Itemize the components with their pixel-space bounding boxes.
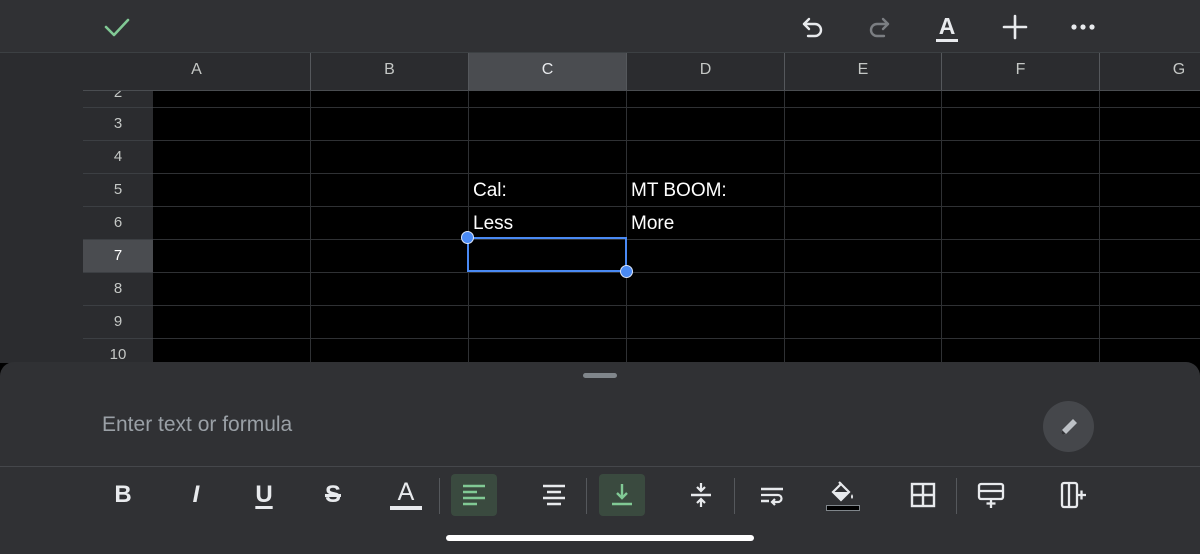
- pencil-icon: [1060, 418, 1077, 435]
- grid-line: [941, 91, 942, 363]
- formula-input[interactable]: [100, 404, 1004, 446]
- borders-icon: [910, 482, 936, 508]
- grid-line: [626, 91, 627, 363]
- row-header-4[interactable]: 4: [83, 141, 153, 174]
- cell-c5[interactable]: Cal:: [473, 180, 507, 202]
- cell-grid[interactable]: Cal: MT BOOM: Less More: [153, 91, 1200, 363]
- column-header-e[interactable]: E: [785, 53, 942, 90]
- underline-label: U: [255, 481, 273, 508]
- grid-line: [1099, 91, 1100, 363]
- text-format-button[interactable]: A: [931, 11, 963, 43]
- wrap-text-button[interactable]: [749, 474, 795, 516]
- edit-panel: B I U S A: [0, 362, 1200, 554]
- left-gutter: [0, 53, 83, 363]
- text-color-swatch: [390, 506, 422, 510]
- row-header-10[interactable]: 10: [83, 339, 153, 363]
- checkmark-icon[interactable]: [101, 11, 133, 43]
- wrap-text-icon: [761, 487, 783, 506]
- row-header-2[interactable]: 2: [83, 91, 153, 108]
- panel-divider: [0, 466, 1200, 467]
- grid-line: [153, 107, 1200, 108]
- text-format-label: A: [938, 12, 956, 39]
- text-color-button[interactable]: A: [383, 474, 429, 516]
- align-left-icon: [463, 484, 485, 506]
- more-icon[interactable]: [1067, 11, 1099, 43]
- row-header-8[interactable]: 8: [83, 273, 153, 306]
- redo-icon[interactable]: [863, 11, 895, 43]
- italic-label: I: [192, 481, 200, 508]
- column-header-f[interactable]: F: [942, 53, 1100, 90]
- panel-drag-handle[interactable]: [583, 373, 617, 378]
- column-header-d[interactable]: D: [627, 53, 785, 90]
- align-bottom-icon: [612, 484, 632, 506]
- align-middle-icon: [691, 483, 711, 507]
- undo-icon[interactable]: [797, 11, 829, 43]
- format-separator: [956, 478, 957, 514]
- align-center-button[interactable]: [531, 474, 577, 516]
- plus-icon: [1002, 14, 1028, 40]
- edit-button[interactable]: [1043, 401, 1094, 452]
- bold-label: B: [114, 481, 132, 508]
- row-header-5[interactable]: 5: [83, 174, 153, 207]
- row-header-7[interactable]: 7: [83, 240, 153, 273]
- grid-line: [153, 272, 1200, 273]
- grid-line: [153, 239, 1200, 240]
- bold-button[interactable]: B: [100, 474, 146, 516]
- strikethrough-label: S: [324, 481, 341, 508]
- underline-button[interactable]: U: [241, 474, 287, 516]
- column-header-c[interactable]: C: [469, 53, 627, 90]
- grid-line: [153, 206, 1200, 207]
- home-indicator: [446, 535, 754, 541]
- row-header: 2 3 4 5 6 7 8 9 10: [83, 91, 153, 363]
- fill-color-swatch: [826, 504, 860, 511]
- column-header-g[interactable]: G: [1100, 53, 1200, 90]
- grid-line: [153, 140, 1200, 141]
- selection-handle-bottom-right[interactable]: [620, 265, 633, 278]
- align-left-button[interactable]: [451, 474, 497, 516]
- text-format-underline: [936, 38, 958, 42]
- align-center-icon: [543, 484, 565, 506]
- format-separator: [734, 478, 735, 514]
- grid-line: [784, 91, 785, 363]
- paint-bucket-icon: [831, 480, 853, 502]
- align-middle-button[interactable]: [678, 474, 724, 516]
- column-header-b[interactable]: B: [311, 53, 469, 90]
- align-bottom-button[interactable]: [599, 474, 645, 516]
- grid-line: [468, 91, 469, 363]
- column-header: A B C D E F G: [83, 53, 1200, 91]
- insert-column-button[interactable]: [1050, 474, 1096, 516]
- italic-button[interactable]: I: [173, 474, 219, 516]
- add-button[interactable]: [999, 11, 1031, 43]
- insert-row-icon: [977, 482, 1005, 508]
- row-header-3[interactable]: 3: [83, 108, 153, 141]
- grid-line: [310, 91, 311, 363]
- column-header-a[interactable]: A: [83, 53, 311, 90]
- selection-handle-top-left[interactable]: [461, 231, 474, 244]
- fill-color-button[interactable]: [820, 474, 866, 516]
- format-separator: [586, 478, 587, 514]
- row-header-6[interactable]: 6: [83, 207, 153, 240]
- grid-line: [153, 305, 1200, 306]
- borders-button[interactable]: [900, 474, 946, 516]
- insert-column-icon: [1060, 481, 1086, 509]
- strikethrough-button[interactable]: S: [310, 474, 356, 516]
- grid-line: [153, 338, 1200, 339]
- selected-cell-c7[interactable]: [467, 237, 627, 272]
- cell-d5[interactable]: MT BOOM:: [631, 180, 727, 202]
- cell-c6[interactable]: Less: [473, 213, 513, 235]
- format-separator: [439, 478, 440, 514]
- grid-line: [153, 173, 1200, 174]
- text-color-label: A: [397, 478, 415, 506]
- top-toolbar: A: [0, 0, 1200, 53]
- row-header-9[interactable]: 9: [83, 306, 153, 339]
- insert-row-button[interactable]: [968, 474, 1014, 516]
- cell-d6[interactable]: More: [631, 213, 674, 235]
